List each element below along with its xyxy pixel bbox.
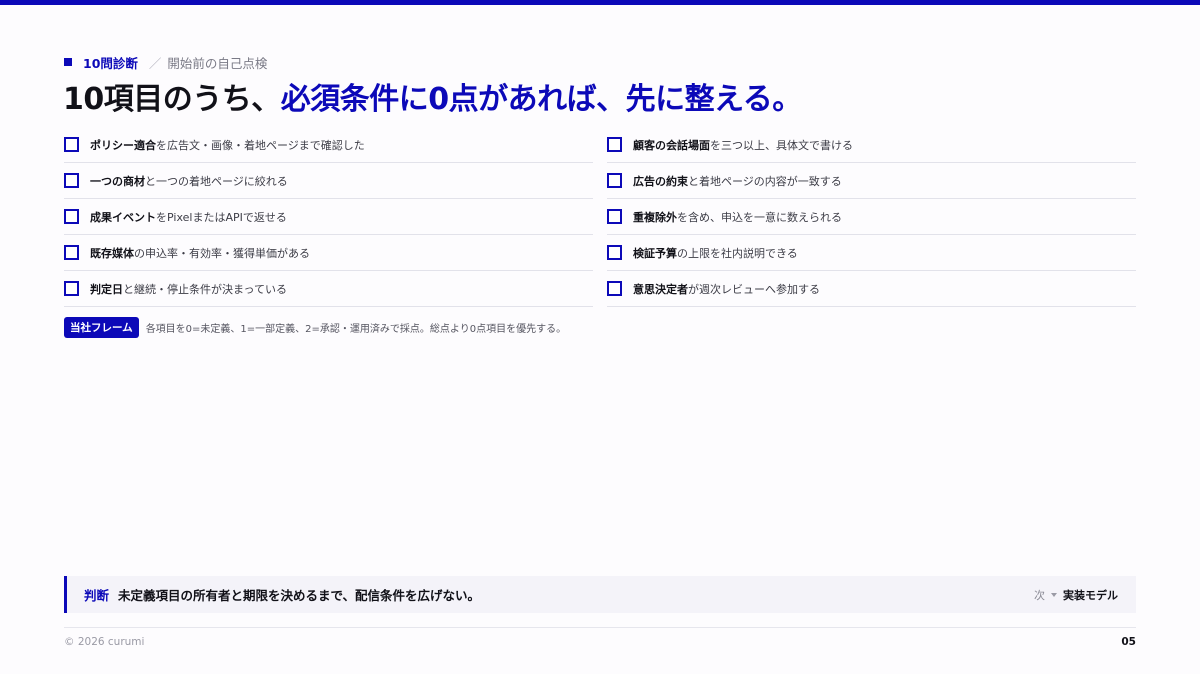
- item-rest: の上限を社内説明できる: [677, 246, 798, 260]
- framework-badge: 当社フレーム: [64, 317, 139, 338]
- item-label: ポリシー適合を広告文・画像・着地ページまで確認した: [90, 137, 365, 153]
- eyebrow: 10問診断 ／ 開始前の自己点検: [64, 54, 268, 71]
- eyebrow-square-icon: [64, 58, 72, 66]
- item-label: 成果イベントをPixelまたはAPIで返せる: [90, 209, 287, 225]
- checklist-item[interactable]: ポリシー適合を広告文・画像・着地ページまで確認した: [64, 127, 593, 163]
- eyebrow-label: 10問診断: [83, 55, 138, 71]
- item-rest: を広告文・画像・着地ページまで確認した: [156, 138, 365, 152]
- page-number: 05: [1121, 636, 1136, 648]
- checklist-item[interactable]: 成果イベントをPixelまたはAPIで返せる: [64, 199, 593, 235]
- checklist-item[interactable]: 判定日と継続・停止条件が決まっている: [64, 271, 593, 307]
- checkbox[interactable]: [607, 281, 622, 296]
- item-keyword: 一つの商材: [90, 174, 145, 188]
- checklist-item[interactable]: 重複除外を含め、申込を一意に数えられる: [607, 199, 1136, 235]
- item-keyword: 成果イベント: [90, 210, 156, 224]
- checkbox[interactable]: [64, 137, 79, 152]
- checkbox[interactable]: [64, 281, 79, 296]
- item-label: 検証予算の上限を社内説明できる: [633, 245, 798, 261]
- item-label: 広告の約束と着地ページの内容が一致する: [633, 173, 842, 189]
- item-keyword: 顧客の会話場面: [633, 138, 710, 152]
- item-label: 意思決定者が週次レビューへ参加する: [633, 281, 820, 297]
- item-keyword: 既存媒体: [90, 246, 134, 260]
- item-keyword: 重複除外: [633, 210, 677, 224]
- item-label: 既存媒体の申込率・有効率・獲得単価がある: [90, 245, 310, 261]
- checklist-item[interactable]: 既存媒体の申込率・有効率・獲得単価がある: [64, 235, 593, 271]
- judgment-callout: 判断 未定義項目の所有者と期限を決めるまで、配信条件を広げない。 次 実装モデル: [64, 576, 1136, 613]
- eyebrow-subtitle: 開始前の自己点検: [167, 55, 268, 71]
- item-rest: と着地ページの内容が一致する: [688, 174, 842, 188]
- judgment-text: 未定義項目の所有者と期限を決めるまで、配信条件を広げない。: [118, 588, 481, 603]
- framework-note: 当社フレーム 各項目を0=未定義、1=一部定義、2=承認・運用済みで採点。総点よ…: [64, 317, 566, 338]
- checklist-item[interactable]: 一つの商材と一つの着地ページに絞れる: [64, 163, 593, 199]
- item-rest: と継続・停止条件が決まっている: [123, 282, 288, 296]
- item-label: 重複除外を含め、申込を一意に数えられる: [633, 209, 842, 225]
- item-keyword: 検証予算: [633, 246, 677, 260]
- next-section-link[interactable]: 次 実装モデル: [1034, 587, 1118, 603]
- item-label: 判定日と継続・停止条件が決まっている: [90, 281, 287, 297]
- framework-note-text: 各項目を0=未定義、1=一部定義、2=承認・運用済みで採点。総点より0点項目を優…: [145, 324, 567, 335]
- item-rest: が週次レビューへ参加する: [688, 282, 820, 296]
- item-label: 一つの商材と一つの着地ページに絞れる: [90, 173, 288, 189]
- item-label: 顧客の会話場面を三つ以上、具体文で書ける: [633, 137, 853, 153]
- item-rest: を三つ以上、具体文で書ける: [710, 138, 853, 152]
- copyright: © 2026 curumi: [64, 636, 145, 648]
- page-title: 10項目のうち、必須条件に0点があれば、先に整える。: [63, 80, 802, 120]
- checkbox[interactable]: [64, 173, 79, 188]
- title-accent: 必須条件に0点があれば、先に整える。: [280, 82, 802, 117]
- item-keyword: 意思決定者: [633, 282, 688, 296]
- checkbox[interactable]: [607, 245, 622, 260]
- judgment-label: 判断: [84, 588, 110, 603]
- caret-down-icon: [1051, 592, 1057, 597]
- footer-divider: [64, 627, 1136, 628]
- checklist-item[interactable]: 検証予算の上限を社内説明できる: [607, 235, 1136, 271]
- item-rest: をPixelまたはAPIで返せる: [156, 210, 287, 224]
- checklist-item[interactable]: 顧客の会話場面を三つ以上、具体文で書ける: [607, 127, 1136, 163]
- item-rest: の申込率・有効率・獲得単価がある: [134, 246, 310, 260]
- checkbox[interactable]: [607, 137, 622, 152]
- item-keyword: ポリシー適合: [90, 138, 156, 152]
- top-accent-bar: [0, 0, 1200, 5]
- checklist-left: ポリシー適合を広告文・画像・着地ページまで確認した 一つの商材と一つの着地ページ…: [64, 127, 593, 307]
- checkbox[interactable]: [607, 209, 622, 224]
- item-keyword: 広告の約束: [633, 174, 688, 188]
- checklist-right: 顧客の会話場面を三つ以上、具体文で書ける 広告の約束と着地ページの内容が一致する…: [607, 127, 1136, 307]
- next-section-title: 実装モデル: [1063, 588, 1118, 602]
- checkbox[interactable]: [607, 173, 622, 188]
- item-keyword: 判定日: [90, 282, 123, 296]
- checklist-item[interactable]: 広告の約束と着地ページの内容が一致する: [607, 163, 1136, 199]
- checkbox[interactable]: [64, 245, 79, 260]
- checkbox[interactable]: [64, 209, 79, 224]
- checklist-item[interactable]: 意思決定者が週次レビューへ参加する: [607, 271, 1136, 307]
- eyebrow-slash-icon: ／: [148, 55, 162, 71]
- item-rest: を含め、申込を一意に数えられる: [677, 210, 842, 224]
- item-rest: と一つの着地ページに絞れる: [145, 174, 288, 188]
- next-label: 次: [1034, 588, 1045, 602]
- title-part: 10項目のうち、: [63, 82, 281, 117]
